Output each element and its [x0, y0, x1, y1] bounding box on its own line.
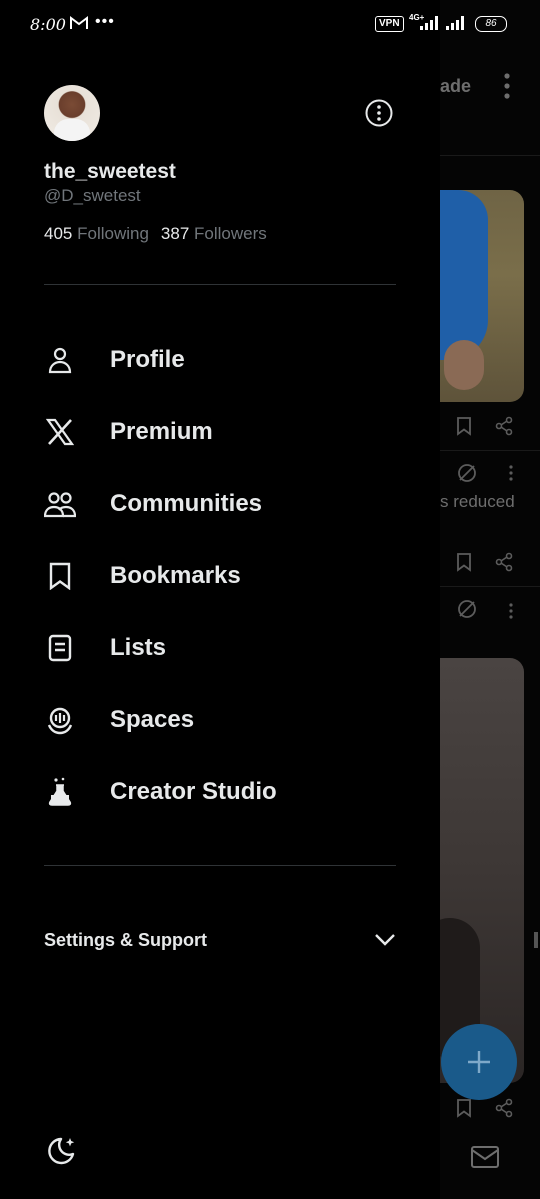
status-bar: 8:00 ••• VPN 4G+ 86 [0, 0, 540, 50]
following-count: 405 [44, 224, 73, 243]
menu-item-label: Bookmarks [110, 562, 241, 589]
creator-studio-icon [44, 776, 76, 808]
theme-moon-icon[interactable] [44, 1134, 78, 1168]
background-more-icon [504, 73, 510, 99]
following-link[interactable]: 405 Following [44, 224, 149, 243]
vpn-badge: VPN [375, 16, 404, 32]
menu-item-profile[interactable]: Profile [44, 332, 396, 388]
background-divider [440, 155, 540, 156]
gmail-icon [70, 16, 88, 29]
menu-item-label: Communities [110, 490, 263, 517]
background-no-sign-icon [458, 600, 476, 618]
menu-item-label: Lists [110, 634, 167, 661]
x-logo-icon [44, 416, 76, 448]
divider [44, 865, 396, 866]
background-share-icon [495, 416, 513, 436]
background-bookmark-icon [457, 1099, 471, 1118]
status-time: 8:00 [30, 15, 66, 34]
background-share-icon [495, 1098, 513, 1118]
display-name[interactable]: the_sweetest [44, 160, 176, 184]
background-media-image [440, 658, 524, 1083]
followers-label: Followers [194, 224, 267, 243]
menu-item-label: Spaces [110, 706, 195, 733]
background-share-icon [495, 552, 513, 572]
background-no-sign-icon [458, 464, 476, 482]
plus-icon [468, 1051, 490, 1073]
following-label: Following [77, 224, 149, 243]
menu-item-lists[interactable]: Lists [44, 620, 396, 676]
background-header-text: ade [440, 76, 472, 96]
user-handle: @D_swetest [44, 186, 141, 205]
settings-support-label: Settings & Support [44, 929, 207, 950]
bookmark-icon [44, 560, 76, 592]
menu-item-label: Creator Studio [110, 778, 277, 805]
menu-item-label: Premium [110, 418, 213, 445]
compose-fab-button[interactable] [441, 1024, 517, 1100]
background-bookmark-icon [457, 553, 471, 572]
background-reduced-text: s reduced [440, 492, 515, 511]
status-more-dots: ••• [95, 13, 115, 30]
communities-icon [44, 488, 76, 520]
signal-icon [446, 16, 464, 30]
background-more-icon [509, 465, 513, 481]
divider [44, 284, 396, 285]
followers-link[interactable]: 387 Followers [161, 224, 267, 243]
avatar[interactable] [44, 85, 100, 141]
more-options-icon[interactable] [364, 98, 394, 128]
background-timeline: ade s reduced [440, 0, 540, 1199]
menu-item-label: Profile [110, 346, 185, 373]
messages-icon[interactable] [470, 1144, 500, 1170]
background-divider [440, 586, 540, 587]
background-more-icon [509, 603, 513, 619]
background-media-image [440, 190, 524, 402]
menu-item-communities[interactable]: Communities [44, 476, 396, 532]
followers-count: 387 [160, 224, 190, 243]
follow-stats: 405 Following 387 Followers [44, 224, 267, 244]
background-bookmark-icon [457, 417, 471, 436]
chevron-down-icon [375, 934, 395, 946]
settings-support-toggle[interactable]: Settings & Support [44, 920, 396, 960]
background-scrollbar [534, 932, 538, 948]
list-icon [44, 632, 76, 664]
signal-icon [420, 16, 438, 30]
person-icon [44, 344, 76, 376]
menu-item-creator-studio[interactable]: Creator Studio [44, 764, 396, 820]
background-divider [440, 450, 540, 451]
menu-item-bookmarks[interactable]: Bookmarks [44, 548, 396, 604]
spaces-icon [44, 704, 76, 736]
battery-indicator: 86 [475, 16, 507, 32]
menu-item-premium[interactable]: Premium [44, 404, 396, 460]
menu-item-spaces[interactable]: Spaces [44, 692, 396, 748]
